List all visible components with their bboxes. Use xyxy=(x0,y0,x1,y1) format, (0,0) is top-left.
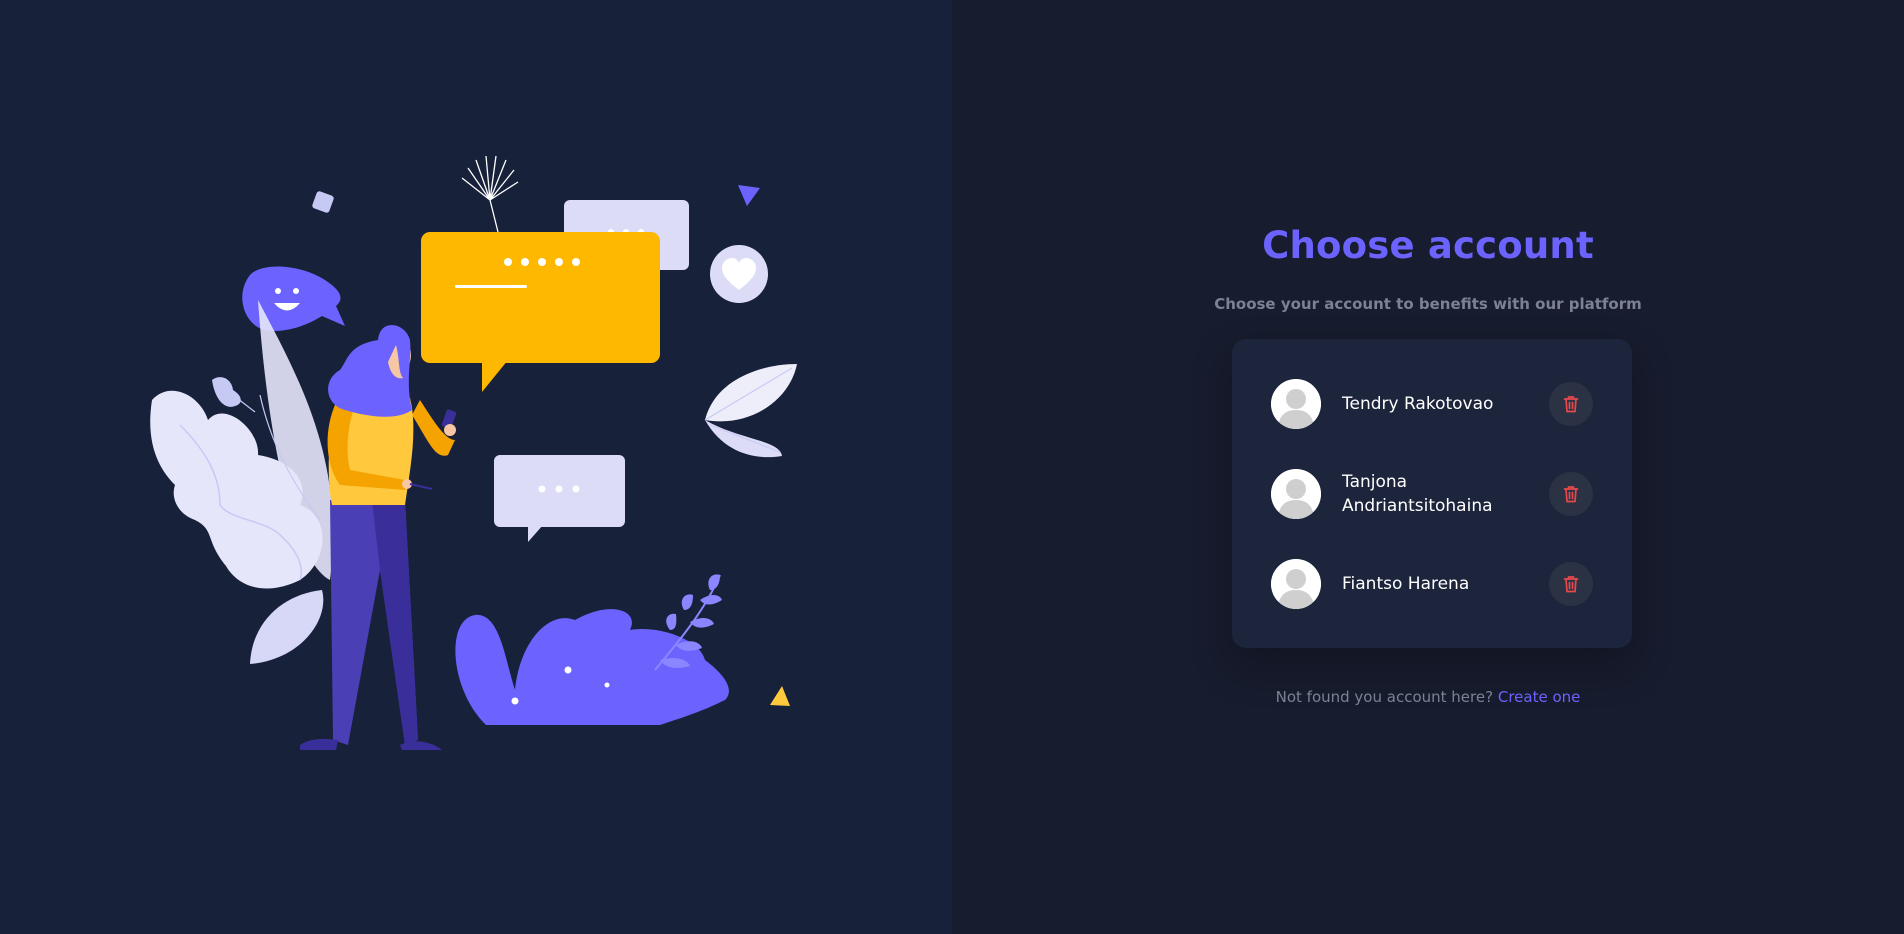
woman-chatting-illustration xyxy=(150,155,797,750)
delete-account-button[interactable] xyxy=(1549,382,1593,426)
account-panel: Choose account Choose your account to be… xyxy=(952,0,1904,934)
delete-account-button[interactable] xyxy=(1549,472,1593,516)
account-list-card: Tendry Rakotovao Tanjona Andriantsitohai… xyxy=(1232,339,1632,648)
user-avatar-icon xyxy=(1271,379,1321,429)
diamond-shape xyxy=(312,191,334,213)
footer-prompt-text: Not found you account here? xyxy=(1275,688,1494,706)
triangle-shape xyxy=(738,185,760,206)
small-chat-bubble xyxy=(494,455,625,542)
user-avatar-icon xyxy=(1271,469,1321,519)
account-item[interactable]: Tendry Rakotovao xyxy=(1271,378,1593,430)
purple-bush-icon xyxy=(455,574,729,725)
account-name: Tendry Rakotovao xyxy=(1342,394,1494,414)
create-account-link[interactable]: Create one xyxy=(1498,688,1581,706)
page: Choose account Choose your account to be… xyxy=(0,0,1904,934)
create-account-prompt: Not found you account here? Create one xyxy=(952,688,1904,706)
trash-icon xyxy=(1563,486,1579,503)
account-item[interactable]: Fiantso Harena xyxy=(1271,558,1593,610)
page-subtitle: Choose your account to benefits with our… xyxy=(1214,295,1642,313)
heart-icon xyxy=(710,245,768,303)
account-name: Tanjona Andriantsitohaina xyxy=(1342,472,1493,516)
trash-icon xyxy=(1563,576,1579,593)
delete-account-button[interactable] xyxy=(1549,562,1593,606)
smiley-bubble-icon xyxy=(242,266,345,331)
dandelion-icon xyxy=(461,155,519,233)
account-name: Fiantso Harena xyxy=(1342,574,1470,594)
yellow-chat-bubble xyxy=(421,232,660,392)
page-title: Choose account xyxy=(1262,224,1594,267)
trash-icon xyxy=(1563,396,1579,413)
foliage-left-icon xyxy=(150,300,333,664)
user-avatar-icon xyxy=(1271,559,1321,609)
yellow-triangle-shape xyxy=(770,686,790,706)
account-item[interactable]: Tanjona Andriantsitohaina xyxy=(1271,468,1593,520)
illustration-panel xyxy=(0,0,952,934)
leaf-right-icon xyxy=(704,364,797,458)
